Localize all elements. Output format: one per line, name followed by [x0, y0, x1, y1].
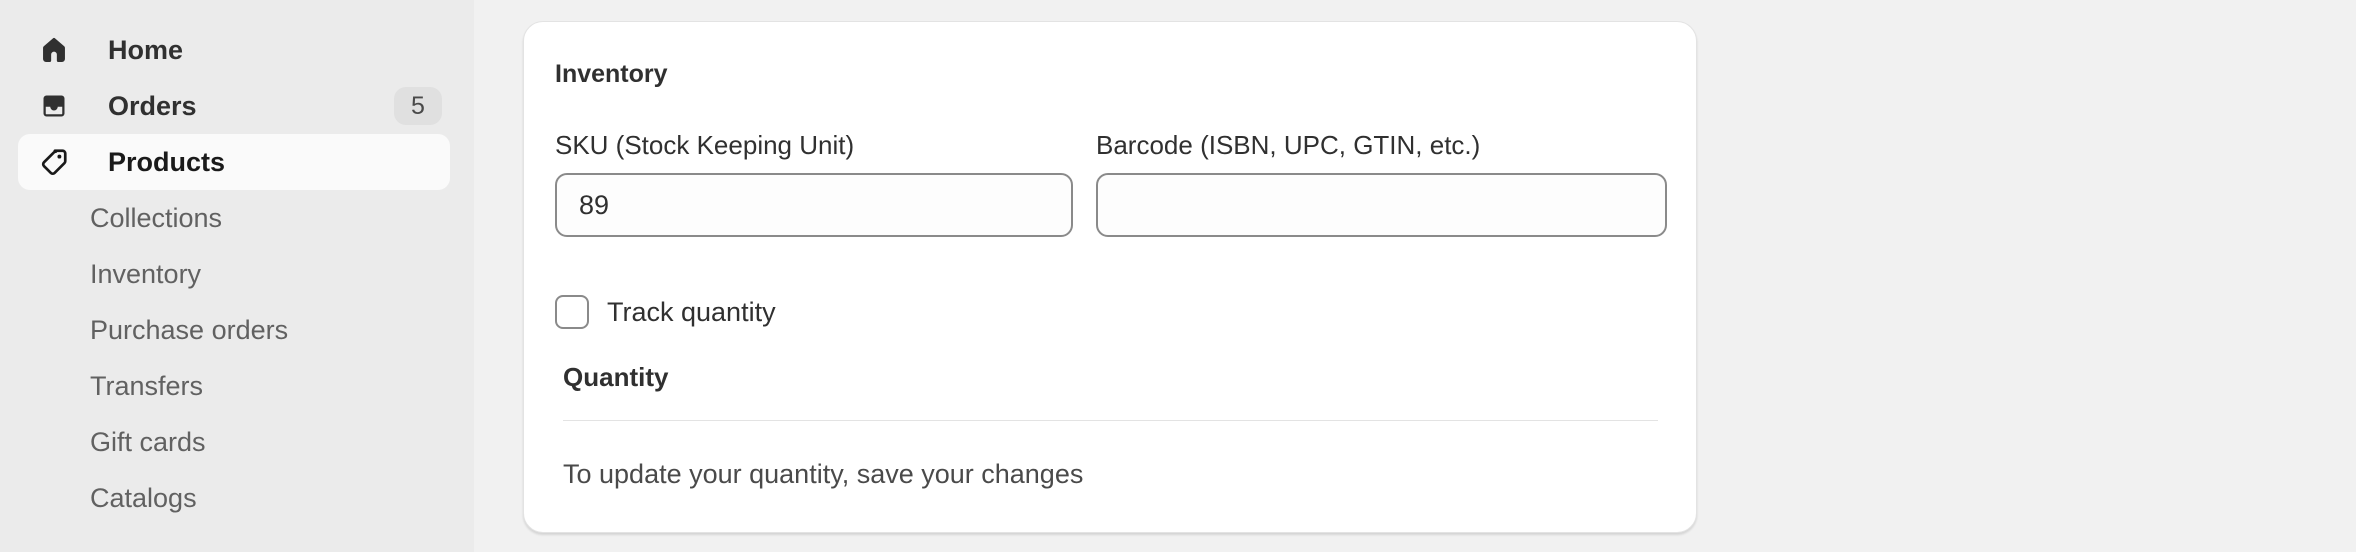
sidebar-subitem-inventory[interactable]: Inventory — [18, 246, 450, 302]
home-icon — [38, 34, 70, 66]
quantity-title: Quantity — [563, 362, 669, 392]
barcode-label: Barcode (ISBN, UPC, GTIN, etc.) — [1096, 130, 1481, 160]
track-quantity-label: Track quantity — [607, 296, 776, 327]
track-quantity-checkbox[interactable] — [555, 295, 589, 329]
track-quantity-toggle[interactable]: Track quantity — [555, 295, 776, 329]
sidebar-item-home[interactable]: Home — [18, 22, 450, 78]
barcode-input[interactable] — [1096, 173, 1667, 237]
app-root: Home Orders 5 Products Collections Inven… — [0, 0, 2356, 552]
sidebar-subitem-gift-cards[interactable]: Gift cards — [18, 414, 450, 470]
divider — [563, 420, 1658, 421]
sidebar-item-label: Products — [108, 146, 226, 177]
sidebar-subitem-transfers[interactable]: Transfers — [18, 358, 450, 414]
inbox-icon — [38, 90, 70, 122]
quantity-hint: To update your quantity, save your chang… — [563, 459, 1084, 489]
sidebar-item-products[interactable]: Products — [18, 134, 450, 190]
card-title: Inventory — [555, 60, 668, 88]
sidebar-item-orders[interactable]: Orders 5 — [18, 78, 450, 134]
inventory-card: Inventory SKU (Stock Keeping Unit) 89 Ba… — [523, 21, 1697, 533]
sidebar: Home Orders 5 Products Collections Inven… — [0, 0, 474, 552]
sidebar-item-label: Home — [108, 34, 184, 65]
orders-count-badge: 5 — [394, 87, 442, 125]
tag-icon — [38, 146, 70, 178]
sidebar-subitem-catalogs[interactable]: Catalogs — [18, 470, 450, 526]
sidebar-subitem-collections[interactable]: Collections — [18, 190, 450, 246]
sidebar-subitem-purchase-orders[interactable]: Purchase orders — [18, 302, 450, 358]
sku-label: SKU (Stock Keeping Unit) — [555, 130, 855, 160]
main-content: Inventory SKU (Stock Keeping Unit) 89 Ba… — [474, 0, 2356, 552]
sku-input[interactable]: 89 — [555, 173, 1073, 237]
sidebar-item-label: Orders — [108, 90, 197, 121]
